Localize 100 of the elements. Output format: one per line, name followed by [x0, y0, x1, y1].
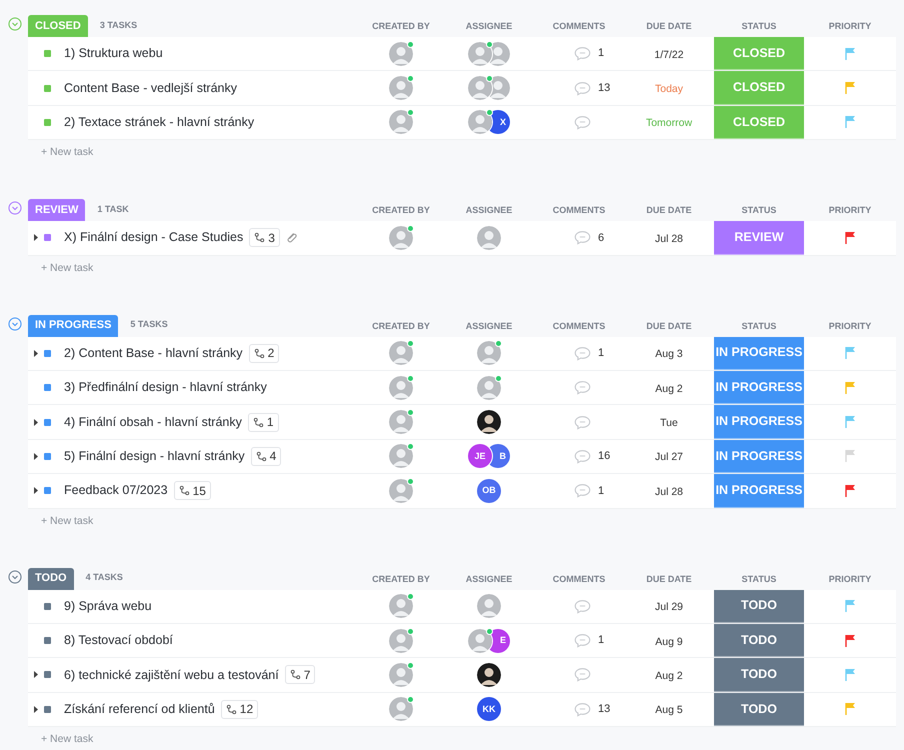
column-header: ASSIGNEE — [466, 21, 512, 31]
collapse-toggle-icon[interactable] — [8, 316, 22, 331]
column-header: CREATED BY — [372, 320, 430, 331]
status-cell[interactable]: TODO — [714, 658, 804, 692]
comment-icon — [574, 667, 591, 682]
subtasks-button[interactable]: 12 — [220, 700, 258, 719]
column-header: ASSIGNEE — [466, 320, 512, 331]
status-square-icon — [44, 234, 51, 242]
column-header: ASSIGNEE — [466, 574, 512, 584]
due-date: Jul 28 — [654, 486, 684, 498]
status-square-icon — [44, 452, 51, 460]
status-group-label: REVIEW — [28, 199, 86, 222]
subtask-icon — [254, 232, 266, 244]
column-header: DUE DATE — [646, 574, 692, 584]
status-cell[interactable]: TODO — [714, 624, 804, 658]
comment-count: 16 — [598, 449, 610, 464]
subtask-icon — [178, 485, 190, 496]
column-header: STATUS — [742, 205, 776, 216]
status-square-icon — [44, 602, 51, 610]
due-date: Today — [654, 83, 684, 96]
comment-icon — [574, 80, 591, 96]
task-name[interactable]: 9) Správa webu — [64, 596, 152, 616]
task-count: 4 TASKS — [86, 571, 123, 584]
status-cell[interactable]: TODO — [714, 590, 804, 623]
status-square-icon — [44, 418, 51, 426]
subtask-icon — [226, 704, 237, 715]
due-date: Jul 29 — [654, 601, 684, 614]
task-name[interactable]: X) Finální design - Case Studies — [64, 228, 244, 248]
task-count: 3 TASKS — [100, 18, 138, 32]
expand-caret-icon[interactable] — [34, 418, 38, 426]
subtasks-button[interactable]: 2 — [248, 344, 280, 363]
collapse-toggle-icon[interactable] — [8, 17, 22, 31]
comment-icon — [574, 598, 591, 614]
comment-count: 1 — [598, 484, 604, 499]
collapse-toggle-icon[interactable] — [8, 570, 22, 584]
column-header: DUE DATE — [646, 205, 692, 216]
avatar: JE — [468, 444, 492, 468]
column-header: CREATED BY — [372, 574, 430, 584]
column-header: STATUS — [742, 320, 776, 331]
column-header: COMMENTS — [552, 205, 606, 216]
due-date: Tomorrow — [646, 117, 692, 130]
status-square-icon — [44, 671, 51, 678]
comment-icon — [574, 46, 591, 62]
comment-count: 1 — [598, 346, 604, 361]
column-header: CREATED BY — [372, 205, 430, 216]
status-square-icon — [44, 487, 51, 494]
column-header: ASSIGNEE — [466, 205, 512, 216]
comment-count: 1 — [598, 46, 604, 62]
expand-caret-icon[interactable] — [34, 487, 38, 494]
task-name[interactable]: 6) technické zajištění webu a testování — [64, 666, 279, 684]
expand-caret-icon[interactable] — [34, 706, 38, 713]
task-count: 5 TASKS — [130, 318, 168, 332]
column-header: COMMENTS — [552, 21, 606, 31]
expand-caret-icon[interactable] — [34, 350, 38, 357]
due-date: Aug 3 — [655, 348, 683, 360]
column-header: COMMENTS — [552, 574, 606, 584]
task-name[interactable]: 2) Textace stránek - hlavní stránky — [64, 113, 254, 132]
expand-caret-icon[interactable] — [34, 234, 38, 242]
status-square-icon — [44, 637, 51, 644]
task-name[interactable]: 5) Finální design - hlavní stránky — [64, 447, 245, 466]
subtasks-button[interactable]: 15 — [174, 481, 211, 500]
subtasks-button[interactable]: 7 — [284, 665, 316, 684]
column-header: DUE DATE — [646, 320, 692, 331]
column-header: CREATED BY — [372, 21, 430, 31]
comment-icon — [574, 633, 591, 648]
subtask-icon — [290, 669, 301, 680]
avatar: OB — [477, 478, 501, 503]
task-name[interactable]: 2) Content Base - hlavní stránky — [64, 344, 243, 363]
task-count: 1 TASK — [97, 202, 129, 216]
status-group-label: CLOSED — [28, 15, 88, 37]
comment-icon — [574, 346, 591, 361]
expand-caret-icon[interactable] — [34, 452, 38, 460]
task-name[interactable]: 4) Finální obsah - hlavní stránky — [64, 412, 242, 432]
subtasks-button[interactable]: 4 — [250, 446, 282, 466]
due-date: Aug 2 — [655, 670, 683, 682]
comment-count: 13 — [598, 702, 610, 718]
comment-icon — [574, 380, 591, 396]
expand-caret-icon[interactable] — [34, 671, 38, 678]
column-header: STATUS — [742, 21, 776, 31]
status-cell[interactable]: TODO — [714, 692, 804, 726]
task-name[interactable]: 3) Předfinální design - hlavní stránky — [64, 378, 267, 398]
task-name[interactable]: 8) Testovací období — [64, 631, 173, 650]
due-date: Aug 5 — [655, 704, 683, 716]
column-header: PRIORITY — [828, 320, 872, 331]
due-date: Aug 2 — [655, 382, 683, 395]
status-group-label: IN PROGRESS — [28, 314, 118, 337]
status-square-icon — [44, 706, 51, 713]
comment-icon — [574, 702, 591, 717]
comment-icon — [574, 230, 591, 246]
task-name[interactable]: 1) Struktura webu — [64, 44, 163, 64]
task-name[interactable]: Získání referencí od klientů — [64, 700, 215, 719]
task-name[interactable]: Feedback 07/2023 — [64, 481, 168, 500]
subtasks-button[interactable]: 1 — [248, 412, 279, 432]
status-group-label: TODO — [28, 568, 74, 590]
collapse-toggle-icon[interactable] — [8, 201, 22, 216]
due-date: Aug 9 — [655, 636, 683, 648]
task-name[interactable]: Content Base - vedlejší stránky — [64, 78, 237, 98]
subtasks-button[interactable]: 3 — [249, 228, 280, 248]
subtask-icon — [256, 450, 267, 462]
avatar: KK — [477, 697, 501, 722]
